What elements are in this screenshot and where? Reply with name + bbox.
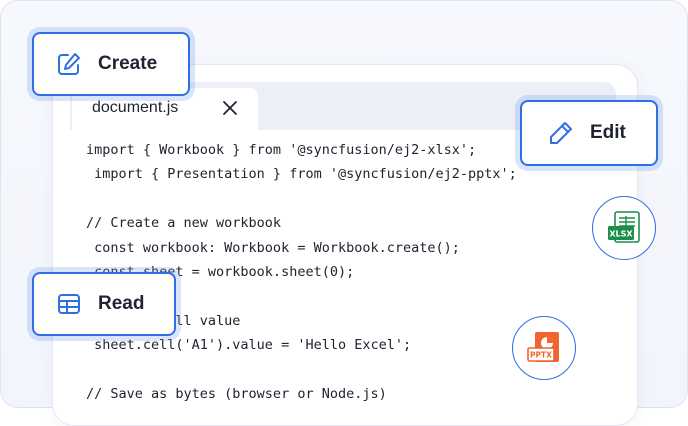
read-button[interactable]: Read: [32, 272, 176, 336]
create-button[interactable]: Create: [32, 32, 190, 96]
edit-button[interactable]: Edit: [520, 100, 658, 166]
pencil-icon: [550, 122, 572, 144]
close-icon[interactable]: [222, 100, 238, 116]
create-label: Create: [98, 53, 158, 74]
xlsx-badge-text: XLSX: [609, 230, 633, 239]
edit-label: Edit: [590, 122, 626, 143]
pptx-badge: PPTX: [512, 316, 576, 380]
pptx-badge-text: PPTX: [530, 351, 552, 360]
read-label: Read: [98, 293, 145, 314]
powerpoint-file-icon: PPTX: [527, 332, 559, 362]
xlsx-badge: XLSX: [592, 196, 656, 260]
edit-square-icon: [58, 53, 80, 75]
excel-file-icon: XLSX: [608, 211, 640, 243]
table-grid-icon: [58, 294, 80, 314]
tab-label: document.js: [92, 99, 179, 116]
